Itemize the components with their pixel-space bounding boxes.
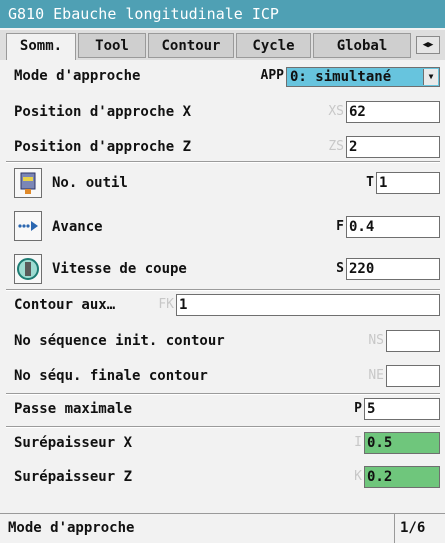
approach-mode-value: 0: simultané (290, 69, 392, 85)
start-block-field[interactable] (386, 330, 440, 352)
approach-z-address: ZS (328, 139, 344, 154)
max-pass-field[interactable]: 5 (364, 398, 440, 420)
window-title: G810 Ebauche longitudinale ICP (0, 0, 445, 28)
end-block-address: NE (368, 368, 384, 383)
scroll-right-icon[interactable]: ▶ (428, 40, 433, 50)
tab-bar: Somm. Tool Contour Cycle Global ◀▶ (0, 30, 445, 60)
start-block-address: NS (368, 333, 384, 348)
tab-tool[interactable]: Tool (78, 33, 146, 58)
tab-scroll-arrows[interactable]: ◀▶ (416, 36, 440, 54)
separator (6, 426, 440, 428)
max-pass-address: P (354, 401, 362, 416)
cutting-speed-field[interactable]: 220 (346, 258, 440, 280)
approach-x-field[interactable]: 62 (346, 101, 440, 123)
approach-mode-select[interactable]: 0: simultané ▼ (286, 67, 440, 87)
approach-mode-address: APP (260, 68, 284, 83)
allowance-x-label: Surépaisseur X (14, 435, 133, 451)
approach-mode-label: Mode d'approche (14, 68, 141, 84)
tab-summary[interactable]: Somm. (6, 33, 76, 60)
max-pass-label: Passe maximale (14, 401, 133, 417)
tab-contour[interactable]: Contour (148, 33, 234, 58)
allowance-z-address: K (354, 469, 362, 484)
separator (6, 161, 440, 163)
approach-z-label: Position d'approche Z (14, 139, 192, 155)
tool-number-address: T (366, 175, 374, 190)
aux-contour-field[interactable]: 1 (176, 294, 440, 316)
approach-x-address: XS (328, 104, 344, 119)
end-block-field[interactable] (386, 365, 440, 387)
aux-contour-address: FK (158, 297, 174, 312)
allowance-z-field[interactable]: 0.2 (364, 466, 440, 488)
allowance-x-address: I (354, 435, 362, 450)
feed-rate-address: F (336, 219, 344, 234)
feed-rate-label: Avance (52, 219, 103, 235)
spindle-icon (14, 254, 42, 284)
allowance-z-label: Surépaisseur Z (14, 469, 133, 485)
feed-rate-field[interactable]: 0.4 (346, 216, 440, 238)
page-indicator: 1/6 (400, 520, 426, 536)
chevron-down-icon[interactable]: ▼ (423, 69, 438, 85)
end-block-label: No séqu. finale contour (14, 368, 208, 384)
status-message: Mode d'approche (8, 520, 135, 536)
tool-holder-icon (14, 168, 42, 198)
aux-contour-label: Contour aux… (14, 297, 116, 313)
tab-cycle[interactable]: Cycle (236, 33, 311, 58)
feed-arrow-icon (14, 211, 42, 241)
status-bar: Mode d'approche 1/6 (0, 513, 445, 543)
cutting-speed-label: Vitesse de coupe (52, 261, 187, 277)
start-block-label: No séquence init. contour (14, 333, 225, 349)
separator (6, 289, 440, 291)
tab-global[interactable]: Global (313, 33, 411, 58)
allowance-x-field[interactable]: 0.5 (364, 432, 440, 454)
status-divider (394, 514, 395, 543)
separator (6, 393, 440, 395)
approach-x-label: Position d'approche X (14, 104, 192, 120)
tool-number-label: No. outil (52, 175, 128, 191)
tool-number-field[interactable]: 1 (376, 172, 440, 194)
cutting-speed-address: S (336, 261, 344, 276)
approach-z-field[interactable]: 2 (346, 136, 440, 158)
